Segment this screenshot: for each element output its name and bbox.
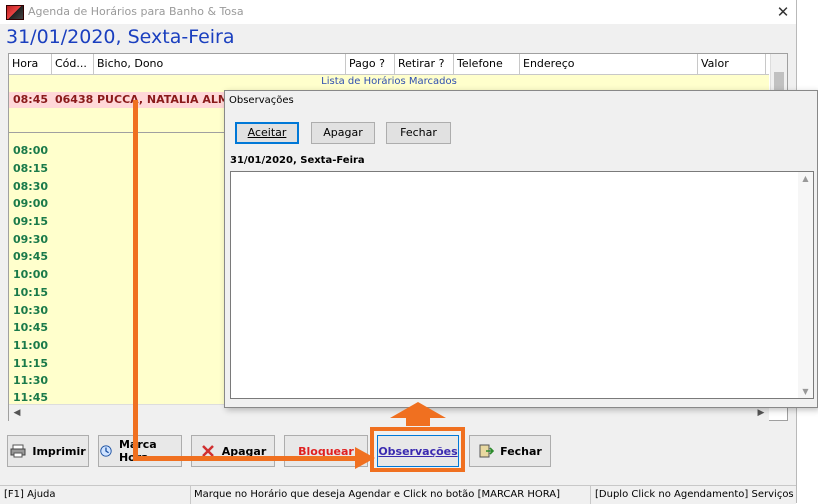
status-bar: [F1] Ajuda Marque no Horário que deseja … <box>0 485 796 504</box>
time-slot[interactable]: 09:00 <box>13 197 48 210</box>
status-services: [Duplo Click no Agendamento] Serviços <box>595 489 794 500</box>
time-slot[interactable]: 09:30 <box>13 233 48 246</box>
marca-hora-button[interactable]: Marca Hora <box>98 435 182 467</box>
time-slot[interactable]: 11:30 <box>13 374 48 387</box>
fechar-label: Fechar <box>500 444 542 458</box>
annotation-arrow-up-icon <box>390 402 446 426</box>
close-icon[interactable]: ✕ <box>772 1 794 23</box>
dialog-apagar-button[interactable]: Apagar <box>311 122 375 144</box>
clock-icon <box>100 445 112 457</box>
col-codigo[interactable]: Cód... <box>52 54 94 74</box>
window-title: Agenda de Horários para Banho & Tosa <box>28 5 244 18</box>
col-endereco[interactable]: Endereço <box>520 54 698 74</box>
time-slot[interactable]: 10:00 <box>13 268 48 281</box>
title-bar: Agenda de Horários para Banho & Tosa ✕ <box>0 0 796 24</box>
appt-hora: 08:45 <box>13 93 49 106</box>
col-bicho-dono[interactable]: Bicho, Dono <box>94 54 346 74</box>
status-hint: Marque no Horário que deseja Agendar e C… <box>194 489 561 500</box>
aceitar-button[interactable]: Aceitar <box>235 122 299 144</box>
time-slot[interactable]: 10:45 <box>13 321 48 334</box>
status-divider <box>590 486 591 504</box>
time-slot[interactable]: 08:15 <box>13 162 48 175</box>
apagar-button[interactable]: Apagar <box>191 435 275 467</box>
time-slot[interactable]: 11:15 <box>13 357 48 370</box>
time-slot[interactable]: 09:45 <box>13 250 48 263</box>
col-telefone[interactable]: Telefone <box>454 54 520 74</box>
time-slot[interactable]: 08:00 <box>13 144 48 157</box>
time-slot[interactable]: 08:30 <box>13 180 48 193</box>
observacoes-textarea[interactable]: ▲ ▼ <box>230 171 814 399</box>
scroll-down-icon[interactable]: ▼ <box>798 387 813 396</box>
scroll-up-icon[interactable]: ▲ <box>798 174 813 183</box>
scroll-left-icon[interactable]: ◀ <box>9 405 25 421</box>
time-slot[interactable]: 09:15 <box>13 215 48 228</box>
status-divider <box>190 486 191 504</box>
page-title: 31/01/2020, Sexta-Feira <box>6 26 235 48</box>
status-help: [F1] Ajuda <box>4 489 56 500</box>
printer-icon <box>10 444 26 458</box>
col-hora[interactable]: Hora <box>9 54 52 74</box>
time-slot[interactable]: 10:30 <box>13 304 48 317</box>
dialog-fechar-button[interactable]: Fechar <box>386 122 451 144</box>
dialog-title: Observações <box>229 95 294 106</box>
fechar-button[interactable]: Fechar <box>469 435 551 467</box>
appt-bicho-dono: PUCCA, NATALIA ALMEI <box>97 93 241 106</box>
col-retirar[interactable]: Retirar ? <box>395 54 454 74</box>
col-pago[interactable]: Pago ? <box>346 54 395 74</box>
col-valor[interactable]: Valor <box>698 54 766 74</box>
time-slot[interactable]: 10:15 <box>13 286 48 299</box>
time-slot[interactable]: 11:00 <box>13 339 48 352</box>
list-label: Lista de Horários Marcados <box>9 75 769 89</box>
textarea-scrollbar[interactable]: ▲ ▼ <box>798 172 813 398</box>
dialog-date: 31/01/2020, Sexta-Feira <box>230 155 365 166</box>
appt-codigo: 06438 <box>55 93 94 106</box>
imprimir-button[interactable]: Imprimir <box>7 435 89 467</box>
grid-header: Hora Cód... Bicho, Dono Pago ? Retirar ?… <box>9 54 772 75</box>
time-slot[interactable]: 11:45 <box>13 391 48 404</box>
app-icon <box>6 5 24 20</box>
observacoes-dialog: Observações Aceitar Apagar Fechar 31/01/… <box>224 90 818 408</box>
annotation-highlight-box <box>370 427 465 472</box>
imprimir-label: Imprimir <box>32 444 86 458</box>
exit-door-icon <box>479 444 495 458</box>
annotation-line-vertical <box>133 100 138 460</box>
annotation-line-horizontal <box>133 456 363 461</box>
